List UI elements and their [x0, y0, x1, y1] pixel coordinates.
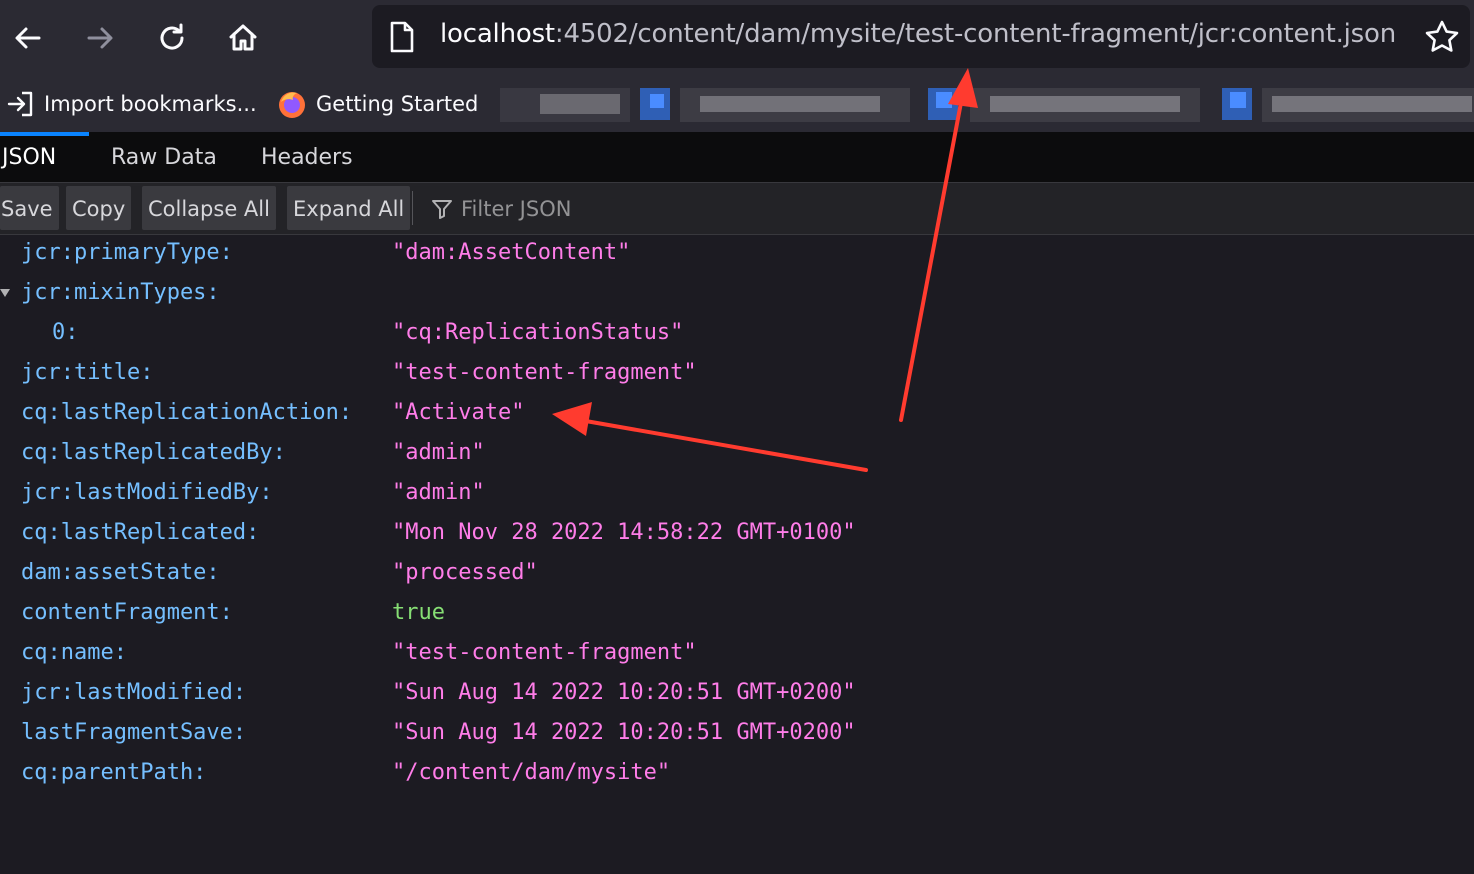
back-arrow-icon [15, 27, 41, 49]
json-value: "processed" [392, 560, 538, 585]
url-host: localhost [440, 19, 555, 49]
json-row[interactable]: jcr:title: "test-content-fragment" [0, 355, 1474, 395]
json-key: jcr:lastModifiedBy: [21, 480, 273, 505]
json-key: cq:lastReplicated: [21, 520, 260, 545]
forward-button[interactable] [78, 14, 122, 62]
url-text[interactable]: localhost:4502/content/dam/mysite/test-c… [440, 19, 1396, 49]
bookmark-label: Getting Started [316, 92, 479, 116]
json-row[interactable]: cq:lastReplicationAction: "Activate" [0, 395, 1474, 435]
json-value: "/content/dam/mysite" [392, 760, 671, 785]
json-value: true [392, 600, 445, 625]
json-row[interactable]: contentFragment: true [0, 595, 1474, 635]
json-key: jcr:title: [21, 360, 154, 385]
json-row[interactable]: jcr:mixinTypes: [0, 275, 1474, 315]
bookmark-label: Import bookmarks... [44, 92, 257, 116]
tab-raw-data[interactable]: Raw Data [111, 132, 217, 182]
save-button[interactable]: Save [0, 186, 59, 230]
json-row[interactable]: cq:lastReplicated: "Mon Nov 28 2022 14:5… [0, 515, 1474, 555]
json-row[interactable]: lastFragmentSave: "Sun Aug 14 2022 10:20… [0, 715, 1474, 755]
import-icon [7, 91, 33, 117]
json-value: "test-content-fragment" [392, 640, 697, 665]
filter-icon [432, 200, 452, 219]
json-value: "Sun Aug 14 2022 10:20:51 GMT+0200" [392, 680, 856, 705]
json-key: cq:lastReplicationAction: [21, 400, 353, 425]
bookmark-getting-started[interactable]: Getting Started [276, 86, 478, 122]
json-key: jcr:mixinTypes: [21, 280, 220, 305]
url-path: :4502/content/dam/mysite/test-content-fr… [554, 19, 1397, 49]
json-value: "test-content-fragment" [392, 360, 697, 385]
browser-toolbar: localhost:4502/content/dam/mysite/test-c… [0, 0, 1474, 76]
json-value: "cq:ReplicationStatus" [392, 320, 684, 345]
json-viewer-tabs: JSON Raw Data Headers [0, 132, 1474, 183]
expand-toggle-icon[interactable] [0, 289, 10, 297]
json-row[interactable]: 0: "cq:ReplicationStatus" [0, 315, 1474, 355]
forward-arrow-icon [87, 27, 113, 49]
firefox-icon [279, 92, 305, 118]
json-value: "Sun Aug 14 2022 10:20:51 GMT+0200" [392, 720, 856, 745]
json-row[interactable]: dam:assetState: "processed" [0, 555, 1474, 595]
bookmark-import[interactable]: Import bookmarks... [6, 86, 257, 122]
back-button[interactable] [6, 14, 50, 62]
json-value: "Activate" [392, 400, 525, 425]
json-key: jcr:primaryType: [21, 240, 233, 265]
tab-headers[interactable]: Headers [261, 132, 353, 182]
home-icon [229, 24, 257, 51]
json-key: cq:lastReplicatedBy: [21, 440, 286, 465]
tab-json[interactable]: JSON [2, 132, 56, 182]
filter-json-input[interactable]: Filter JSON [461, 186, 571, 232]
json-key: contentFragment: [21, 600, 233, 625]
json-toolbar: Save Copy Collapse All Expand All Filter… [0, 183, 1474, 235]
collapse-all-button[interactable]: Collapse All [142, 186, 276, 230]
copy-button[interactable]: Copy [66, 186, 132, 230]
json-row[interactable]: jcr:primaryType: "dam:AssetContent" [0, 235, 1474, 275]
bookmarks-bar: Import bookmarks... Getting Started [0, 76, 1474, 132]
json-row[interactable]: cq:name: "test-content-fragment" [0, 635, 1474, 675]
json-value: "Mon Nov 28 2022 14:58:22 GMT+0100" [392, 520, 856, 545]
bookmark-star-icon[interactable] [1424, 19, 1460, 55]
reload-button[interactable] [150, 14, 194, 62]
json-key: cq:name: [21, 640, 127, 665]
json-row[interactable]: jcr:lastModified: "Sun Aug 14 2022 10:20… [0, 675, 1474, 715]
expand-all-button[interactable]: Expand All [287, 186, 411, 230]
json-key: jcr:lastModified: [21, 680, 247, 705]
home-button[interactable] [221, 14, 265, 62]
json-key: lastFragmentSave: [21, 720, 247, 745]
json-value: "dam:AssetContent" [392, 240, 631, 265]
json-value: "admin" [392, 480, 485, 505]
json-row[interactable]: cq:parentPath: "/content/dam/mysite" [0, 755, 1474, 795]
json-row[interactable]: jcr:lastModifiedBy: "admin" [0, 475, 1474, 515]
reload-icon [160, 23, 184, 50]
json-key: 0: [52, 320, 79, 345]
url-bar[interactable]: localhost:4502/content/dam/mysite/test-c… [372, 5, 1470, 68]
page-document-icon [390, 21, 414, 53]
toolbar-divider [412, 191, 413, 225]
json-key: dam:assetState: [21, 560, 220, 585]
json-row[interactable]: cq:lastReplicatedBy: "admin" [0, 435, 1474, 475]
json-value: "admin" [392, 440, 485, 465]
json-key: cq:parentPath: [21, 760, 207, 785]
